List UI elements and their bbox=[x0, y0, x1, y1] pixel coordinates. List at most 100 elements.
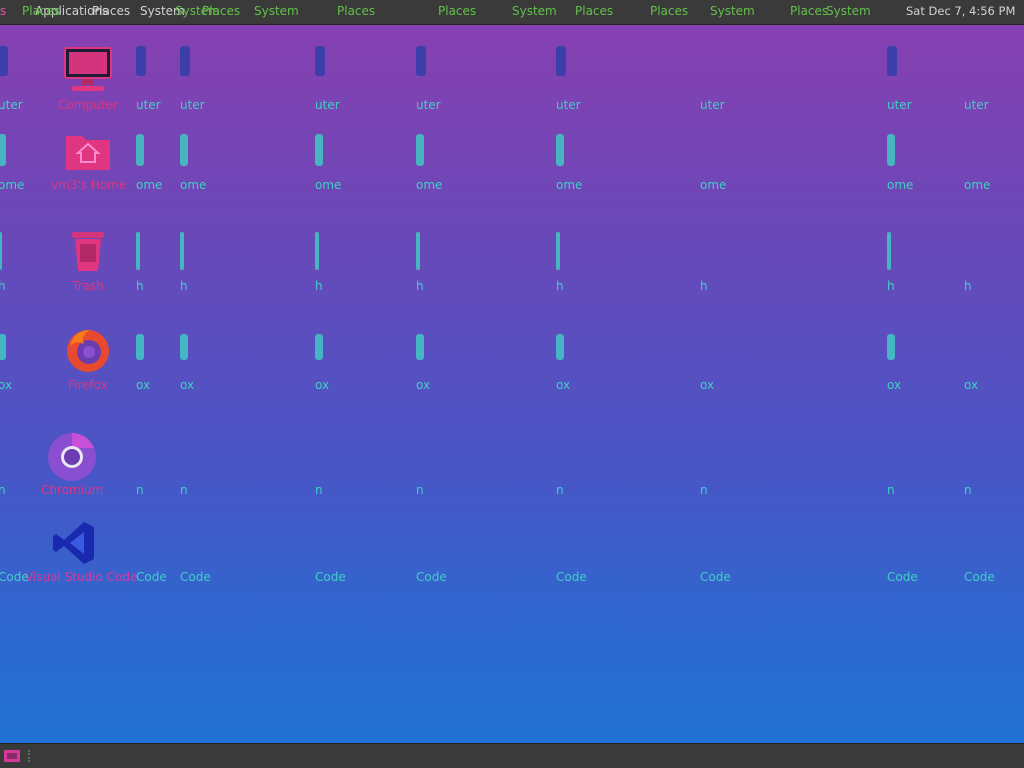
ghost-label: n bbox=[964, 483, 972, 497]
ghost-label: h bbox=[0, 279, 6, 293]
ghost-label: n bbox=[136, 483, 144, 497]
vscode-icon[interactable] bbox=[52, 520, 96, 566]
desktop-icon-label: Firefox bbox=[68, 378, 108, 392]
ghost-label: ox bbox=[416, 378, 431, 392]
ghost-icon bbox=[556, 134, 564, 166]
places-menu[interactable]: Places bbox=[92, 4, 130, 18]
ghost-icon bbox=[556, 334, 564, 360]
ghost-icon bbox=[887, 334, 895, 360]
trash-icon[interactable] bbox=[68, 228, 108, 274]
ghost-menu-text: Places bbox=[790, 4, 829, 18]
clock[interactable]: Sat Dec 7, 4:56 PM bbox=[906, 4, 1015, 18]
ghost-label: Code bbox=[315, 570, 346, 584]
ghost-label: ox bbox=[180, 378, 195, 392]
ghost-menu-text: Places bbox=[438, 4, 477, 18]
show-desktop-icon[interactable] bbox=[3, 748, 21, 763]
ghost-label: uter bbox=[416, 98, 441, 112]
ghost-label: Code bbox=[556, 570, 587, 584]
ghost-icon bbox=[416, 334, 424, 360]
ghost-label: Code bbox=[964, 570, 995, 584]
ghost-icon bbox=[315, 46, 325, 76]
ghost-icon bbox=[315, 334, 323, 360]
ghost-icon bbox=[0, 232, 2, 270]
ghost-menu-text: System bbox=[254, 4, 299, 18]
ghost-label: Code bbox=[700, 570, 731, 584]
ghost-icon bbox=[0, 134, 6, 166]
top-panel: Applications Places System s Places Syst… bbox=[0, 0, 1024, 25]
ghost-label: uter bbox=[700, 98, 725, 112]
ghost-label: h bbox=[964, 279, 972, 293]
ghost-label: ome bbox=[887, 178, 914, 192]
ghost-menu-text: System bbox=[512, 4, 557, 18]
computer-icon[interactable] bbox=[62, 46, 114, 96]
ghost-label: n bbox=[315, 483, 323, 497]
ghost-label: h bbox=[315, 279, 323, 293]
ghost-label: ox bbox=[964, 378, 979, 392]
ghost-label: n bbox=[887, 483, 895, 497]
ghost-label: h bbox=[556, 279, 564, 293]
ghost-label: ome bbox=[0, 178, 25, 192]
ghost-label: ome bbox=[964, 178, 991, 192]
ghost-icon bbox=[136, 334, 144, 360]
ghost-label: ome bbox=[416, 178, 443, 192]
ghost-menu-text: System bbox=[710, 4, 755, 18]
ghost-label: Code bbox=[416, 570, 447, 584]
ghost-label: n bbox=[700, 483, 708, 497]
ghost-icon bbox=[556, 232, 560, 270]
ghost-icon bbox=[0, 46, 8, 76]
ghost-label: h bbox=[136, 279, 144, 293]
ghost-icon bbox=[315, 134, 323, 166]
home-folder-icon[interactable] bbox=[64, 130, 112, 172]
desktop-icon-label: Chromium bbox=[41, 483, 104, 497]
ghost-icon bbox=[136, 46, 146, 76]
ghost-label: ox bbox=[315, 378, 330, 392]
ghost-label: ox bbox=[700, 378, 715, 392]
desktop-icon-label: Computer bbox=[58, 98, 118, 112]
ghost-icon bbox=[180, 232, 184, 270]
ghost-label: ome bbox=[700, 178, 727, 192]
ghost-menu-text: System bbox=[826, 4, 871, 18]
ghost-icon bbox=[136, 232, 140, 270]
ghost-label: uter bbox=[180, 98, 205, 112]
ghost-icon bbox=[315, 232, 319, 270]
ghost-label: h bbox=[700, 279, 708, 293]
ghost-label: ome bbox=[315, 178, 342, 192]
ghost-label: uter bbox=[887, 98, 912, 112]
ghost-icon bbox=[887, 46, 897, 76]
ghost-label: uter bbox=[964, 98, 989, 112]
ghost-label: uter bbox=[315, 98, 340, 112]
ghost-label: Code bbox=[136, 570, 167, 584]
panel-separator bbox=[28, 750, 32, 762]
ghost-menu-text: Places bbox=[575, 4, 614, 18]
ghost-icon bbox=[887, 232, 891, 270]
ghost-label: n bbox=[180, 483, 188, 497]
ghost-icon bbox=[416, 46, 426, 76]
ghost-menu-text: Places bbox=[202, 4, 241, 18]
desktop-icon-label: Visual Studio Code bbox=[25, 570, 138, 584]
ghost-icon bbox=[0, 334, 6, 360]
ghost-label: n bbox=[556, 483, 564, 497]
ghost-menu-text: Places bbox=[22, 4, 61, 18]
ghost-icon bbox=[416, 232, 420, 270]
ghost-label: ox bbox=[136, 378, 151, 392]
bottom-panel bbox=[0, 743, 1024, 768]
ghost-label: ome bbox=[180, 178, 207, 192]
firefox-icon[interactable] bbox=[64, 326, 112, 374]
ghost-menu-text: s bbox=[0, 4, 7, 18]
ghost-menu-text: Places bbox=[650, 4, 689, 18]
ghost-label: h bbox=[887, 279, 895, 293]
ghost-icon bbox=[180, 334, 188, 360]
ghost-label: Code bbox=[887, 570, 918, 584]
ghost-label: n bbox=[0, 483, 6, 497]
ghost-label: ox bbox=[556, 378, 571, 392]
ghost-menu-text: Places bbox=[337, 4, 376, 18]
ghost-label: uter bbox=[556, 98, 581, 112]
desktop-icon-label: vm3's Home bbox=[51, 178, 127, 192]
ghost-label: Code bbox=[180, 570, 211, 584]
ghost-label: h bbox=[416, 279, 424, 293]
chromium-icon[interactable] bbox=[47, 432, 97, 482]
ghost-icon bbox=[180, 134, 188, 166]
ghost-label: ome bbox=[136, 178, 163, 192]
ghost-label: Code bbox=[0, 570, 29, 584]
ghost-label: ox bbox=[0, 378, 13, 392]
